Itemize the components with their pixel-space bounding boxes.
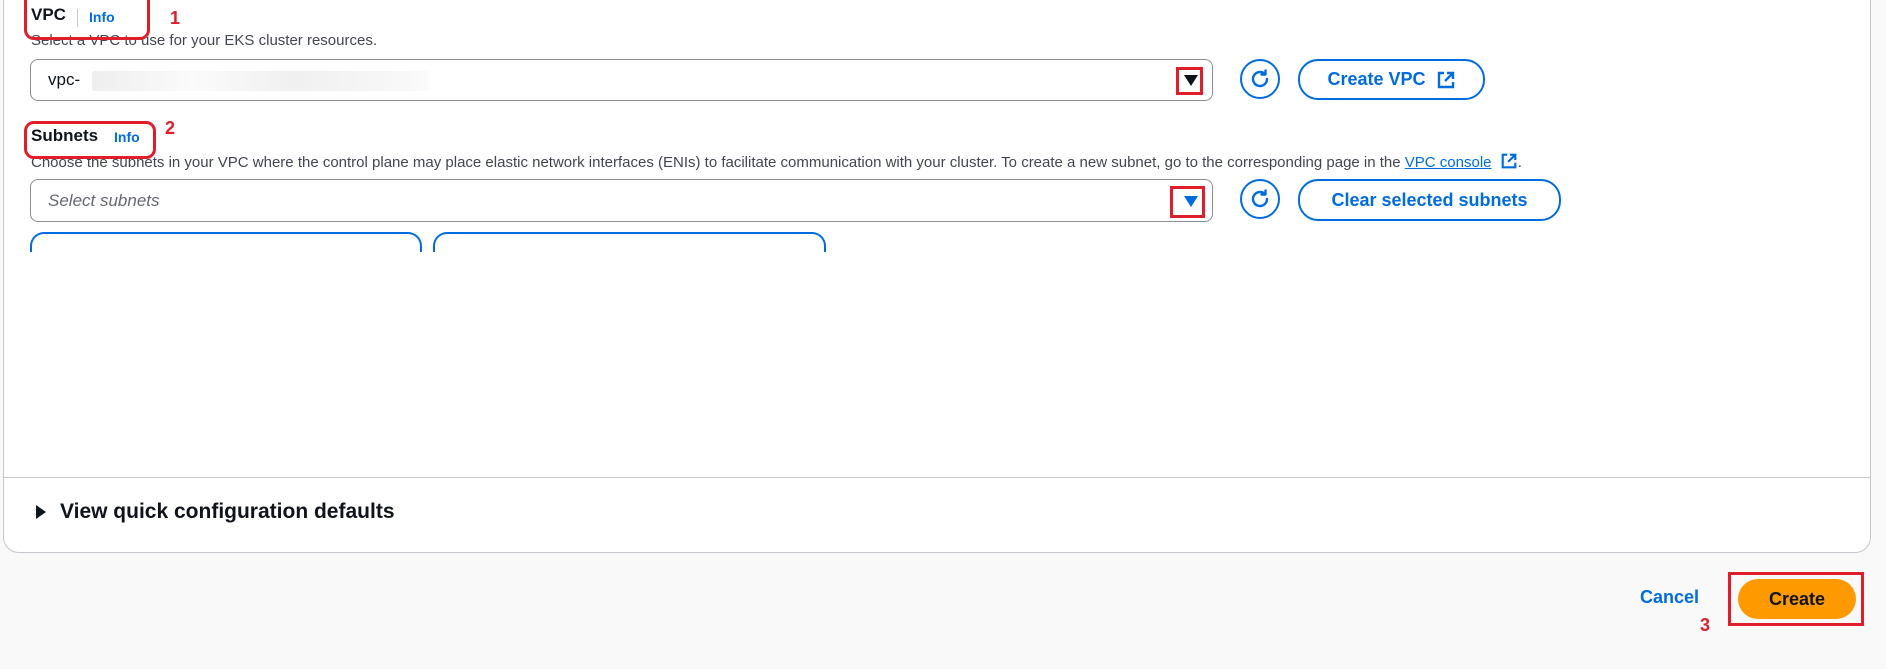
external-link-icon[interactable] [1500,152,1518,170]
subnets-description-text: Choose the subnets in your VPC where the… [31,154,1405,171]
subnets-description: Choose the subnets in your VPC where the… [31,152,1522,171]
vpc-selected-value: vpc- [48,70,81,89]
clear-subnets-label: Clear selected subnets [1331,189,1528,210]
external-link-icon [1437,71,1454,88]
annotation-box-subnets-caret [1170,186,1205,218]
refresh-icon [1251,189,1269,208]
subnets-description-end: . [1517,154,1522,171]
annotation-box-vpc [24,0,150,40]
subnet-token[interactable] [30,232,422,252]
cancel-button[interactable]: Cancel [1640,587,1699,608]
subnets-placeholder: Select subnets [48,191,160,210]
quick-config-expander[interactable]: View quick configuration defaults [36,500,395,524]
subnets-refresh-button[interactable] [1240,179,1280,219]
redacted-vpc-id [92,71,429,91]
vpc-refresh-button[interactable] [1240,59,1280,99]
annotation-box-vpc-caret [1176,67,1203,95]
annotation-number-1: 1 [170,8,181,28]
clear-subnets-button[interactable]: Clear selected subnets [1298,179,1561,221]
annotation-number-3: 3 [1700,615,1711,635]
expander-label: View quick configuration defaults [60,500,395,523]
create-vpc-label: Create VPC [1327,69,1426,89]
panel-divider [4,477,1870,478]
subnet-token[interactable] [433,232,826,252]
subnets-select[interactable]: Select subnets [30,179,1213,222]
annotation-box-subnets [24,121,156,159]
refresh-icon [1251,69,1269,88]
annotation-number-2: 2 [165,118,176,138]
annotation-box-create [1728,572,1864,626]
triangle-right-icon [36,505,46,519]
create-vpc-button[interactable]: Create VPC [1298,59,1485,100]
vpc-select[interactable]: vpc- [30,59,1213,101]
vpc-console-link[interactable]: VPC console [1405,154,1492,171]
